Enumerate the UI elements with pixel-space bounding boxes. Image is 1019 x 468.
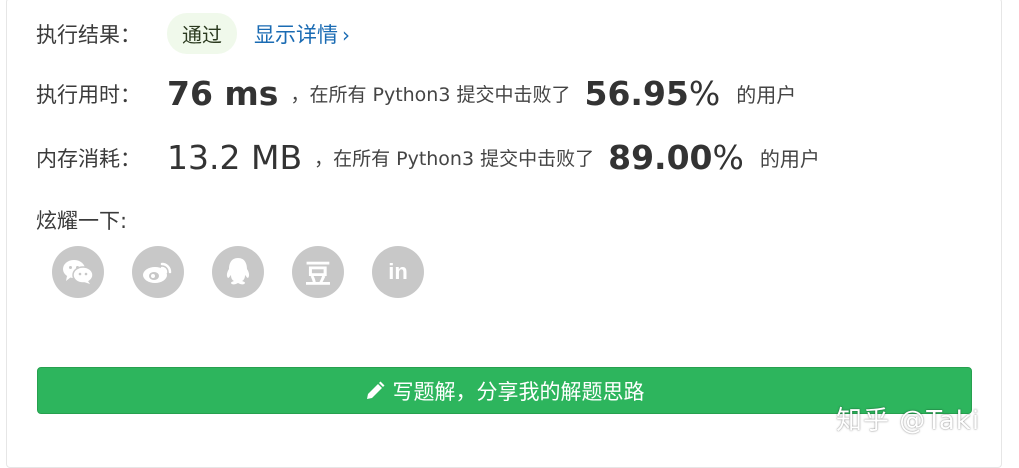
- watermark: 知乎 @Taki: [836, 406, 981, 436]
- share-label: 炫耀一下:: [36, 209, 128, 233]
- douban-share-button[interactable]: 豆: [292, 246, 344, 298]
- qq-share-button[interactable]: [212, 246, 264, 298]
- memory-suffix: 的用户: [759, 147, 820, 171]
- douban-icon: 豆: [304, 259, 331, 290]
- linkedin-share-button[interactable]: in: [372, 246, 424, 298]
- write-solution-label: 写题解，分享我的解题思路: [392, 379, 645, 404]
- weibo-icon: [143, 262, 172, 283]
- memory-compare-text: ，在所有 Python3 提交中击败了: [314, 148, 595, 170]
- runtime-label: 执行用时：: [36, 82, 141, 107]
- runtime-compare-text: ，在所有 Python3 提交中击败了: [290, 84, 571, 106]
- runtime-percent-sign: %: [688, 74, 721, 113]
- runtime-suffix: 的用户: [736, 83, 797, 107]
- runtime-percent-value: 56.95: [584, 74, 689, 113]
- write-solution-button[interactable]: 写题解，分享我的解题思路: [37, 367, 972, 414]
- pencil-icon: [366, 381, 384, 399]
- status-badge: 通过: [167, 13, 237, 54]
- memory-percent-value: 89.00: [608, 138, 713, 177]
- chevron-right-icon: ›: [342, 22, 350, 47]
- qq-icon: [226, 258, 250, 285]
- memory-label: 内存消耗：: [36, 146, 141, 171]
- result-row: 执行结果： 通过 显示详情 ›: [36, 13, 350, 54]
- runtime-percentile: 56.95%: [584, 74, 720, 113]
- memory-percentile: 89.00%: [608, 138, 744, 177]
- show-details-label: 显示详情: [254, 22, 338, 47]
- wechat-share-button[interactable]: [52, 246, 104, 298]
- memory-value: 13.2 MB: [167, 138, 303, 177]
- runtime-row: 执行用时： 76 ms ，在所有 Python3 提交中击败了 56.95% 的…: [36, 74, 796, 113]
- linkedin-icon: in: [388, 259, 408, 284]
- memory-row: 内存消耗： 13.2 MB ，在所有 Python3 提交中击败了 89.00%…: [36, 138, 820, 177]
- runtime-value: 76 ms: [167, 74, 279, 113]
- show-details-link[interactable]: 显示详情 ›: [254, 19, 350, 49]
- share-icons: 豆 in: [52, 246, 452, 298]
- weibo-share-button[interactable]: [132, 246, 184, 298]
- result-label: 执行结果：: [36, 22, 141, 47]
- memory-percent-sign: %: [712, 138, 744, 177]
- wechat-icon: [63, 260, 94, 284]
